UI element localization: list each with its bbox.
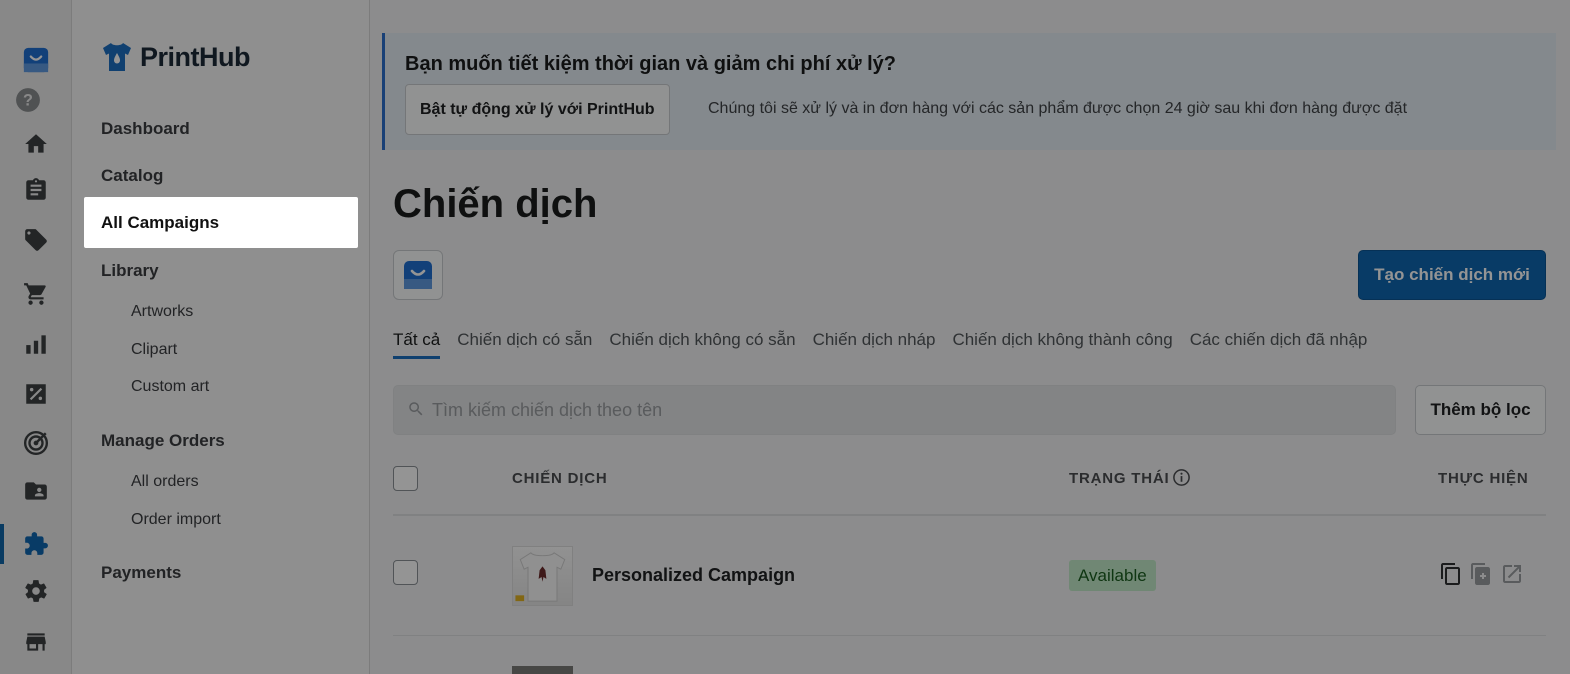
store-logo-icon[interactable] xyxy=(20,44,52,76)
active-indicator xyxy=(0,524,4,564)
tshirt-logo-icon xyxy=(103,43,131,71)
marketing-icon[interactable] xyxy=(20,427,52,459)
online-store-icon[interactable] xyxy=(20,626,52,658)
nav-item-manage-orders[interactable]: Manage Orders xyxy=(101,431,225,451)
icon-rail: ? xyxy=(0,0,72,674)
duplicate-icon[interactable] xyxy=(1469,562,1493,586)
column-header-actions: THỰC HIỆN xyxy=(1438,470,1529,487)
nav-item-all-campaigns[interactable]: All Campaigns xyxy=(84,197,358,248)
help-icon[interactable]: ? xyxy=(12,84,44,116)
search-icon xyxy=(409,402,423,416)
row-checkbox[interactable] xyxy=(393,560,418,585)
cart-icon[interactable] xyxy=(20,278,52,310)
tab-imported[interactable]: Các chiến dịch đã nhập xyxy=(1190,330,1368,359)
create-campaign-button[interactable]: Tạo chiến dịch mới xyxy=(1358,250,1546,300)
home-icon[interactable] xyxy=(20,128,52,160)
campaign-tabs: Tất cả Chiến dịch có sẵn Chiến dịch khôn… xyxy=(393,330,1367,359)
brand-name: PrintHub xyxy=(140,41,251,72)
discounts-icon[interactable] xyxy=(20,378,52,410)
select-all-checkbox[interactable] xyxy=(393,466,418,491)
campaign-thumbnail[interactable] xyxy=(512,666,573,674)
nav-sub-clipart[interactable]: Clipart xyxy=(131,341,177,359)
copy-icon[interactable] xyxy=(1439,562,1463,586)
sidebar-nav: PrintHub Dashboard Catalog All Campaigns… xyxy=(72,0,370,674)
main-content: Bạn muốn tiết kiệm thời gian và giảm chi… xyxy=(371,0,1570,674)
tab-draft[interactable]: Chiến dịch nháp xyxy=(813,330,936,359)
campaign-name[interactable]: Personalized Campaign xyxy=(592,565,795,586)
brand-logo[interactable]: PrintHub xyxy=(100,40,251,74)
tab-all[interactable]: Tất cả xyxy=(393,330,441,359)
external-link-icon[interactable] xyxy=(1500,562,1524,586)
tab-failed[interactable]: Chiến dịch không thành công xyxy=(952,330,1172,359)
search-input[interactable]: Tìm kiếm chiến dịch theo tên xyxy=(393,385,1396,435)
nav-sub-artworks[interactable]: Artworks xyxy=(131,303,193,321)
nav-item-library[interactable]: Library xyxy=(101,261,159,281)
apps-icon[interactable] xyxy=(20,528,52,560)
svg-text:?: ? xyxy=(23,91,33,109)
nav-item-catalog[interactable]: Catalog xyxy=(101,166,163,186)
row-divider xyxy=(393,635,1546,636)
analytics-icon[interactable] xyxy=(20,328,52,360)
table-header-divider xyxy=(393,514,1546,516)
enable-auto-process-button[interactable]: Bật tự động xử lý với PrintHub xyxy=(405,84,670,135)
tab-unavailable[interactable]: Chiến dịch không có sẵn xyxy=(609,330,795,359)
nav-item-all-campaigns-label: All Campaigns xyxy=(101,213,220,232)
info-icon[interactable] xyxy=(1172,468,1191,487)
add-filter-button[interactable]: Thêm bộ lọc xyxy=(1415,385,1546,435)
store-logo-icon xyxy=(404,261,432,289)
nav-sub-custom-art[interactable]: Custom art xyxy=(131,378,209,396)
nav-sub-all-orders[interactable]: All orders xyxy=(131,473,199,491)
campaign-thumbnail[interactable] xyxy=(512,546,573,606)
settings-icon[interactable] xyxy=(20,575,52,607)
nav-item-dashboard[interactable]: Dashboard xyxy=(101,119,190,139)
tags-icon[interactable] xyxy=(20,224,52,256)
status-badge: Available xyxy=(1069,560,1156,591)
auto-process-banner: Bạn muốn tiết kiệm thời gian và giảm chi… xyxy=(382,33,1556,150)
nav-item-payments[interactable]: Payments xyxy=(101,563,181,583)
column-header-status[interactable]: TRẠNG THÁI xyxy=(1069,470,1170,487)
banner-description: Chúng tôi sẽ xử lý và in đơn hàng với cá… xyxy=(708,100,1408,117)
tab-available[interactable]: Chiến dịch có sẵn xyxy=(457,330,592,359)
files-icon[interactable] xyxy=(20,475,52,507)
nav-sub-order-import[interactable]: Order import xyxy=(131,511,221,529)
banner-title: Bạn muốn tiết kiệm thời gian và giảm chi… xyxy=(405,53,897,75)
search-placeholder: Tìm kiếm chiến dịch theo tên xyxy=(432,400,663,420)
store-selector[interactable] xyxy=(393,250,443,300)
page-title: Chiến dịch xyxy=(393,182,598,226)
orders-icon[interactable] xyxy=(20,174,52,206)
column-header-campaign[interactable]: CHIẾN DỊCH xyxy=(512,470,608,487)
tshirt-image xyxy=(515,552,566,602)
